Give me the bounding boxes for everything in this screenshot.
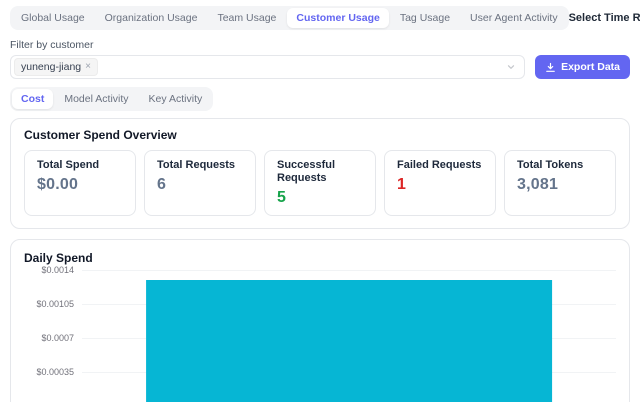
metric-label: Failed Requests <box>397 159 483 172</box>
metric-label: Total Tokens <box>517 159 603 172</box>
y-tick: $0.0014 <box>41 265 74 275</box>
tab-user-agent-activity[interactable]: User Agent Activity <box>461 8 567 28</box>
customer-filter-select[interactable]: yuneng-jiang × <box>10 55 525 79</box>
tab-tag-usage[interactable]: Tag Usage <box>391 8 459 28</box>
download-icon <box>545 62 556 73</box>
y-axis: $0.0014 $0.00105 $0.0007 $0.00035 $0 <box>24 270 82 402</box>
customer-spend-overview-card: Customer Spend Overview Total Spend $0.0… <box>10 118 630 229</box>
metric-value: 6 <box>157 176 243 194</box>
metric-label: Total Requests <box>157 159 243 172</box>
tab-cost[interactable]: Cost <box>12 89 53 109</box>
metric-failed-requests: Failed Requests 1 <box>384 150 496 216</box>
filter-by-customer-label: Filter by customer <box>10 39 630 51</box>
metric-label: Total Spend <box>37 159 123 172</box>
chevron-down-icon <box>506 62 516 72</box>
tab-key-activity[interactable]: Key Activity <box>140 89 212 109</box>
metric-successful-requests: Successful Requests 5 <box>264 150 376 216</box>
tab-global-usage[interactable]: Global Usage <box>12 8 94 28</box>
metric-total-spend: Total Spend $0.00 <box>24 150 136 216</box>
daily-spend-card: Daily Spend $0.0014 $0.00105 $0.0007 $0.… <box>10 239 630 402</box>
metric-value: 1 <box>397 176 483 194</box>
view-tab-bar: Cost Model Activity Key Activity <box>10 87 213 111</box>
metric-value: 3,081 <box>517 176 603 194</box>
spend-bar[interactable] <box>146 280 552 402</box>
tab-model-activity[interactable]: Model Activity <box>55 89 137 109</box>
customer-tag-label: yuneng-jiang <box>21 61 81 73</box>
metric-value: 5 <box>277 189 363 207</box>
usage-tab-bar: Global Usage Organization Usage Team Usa… <box>10 6 569 30</box>
tab-team-usage[interactable]: Team Usage <box>208 8 285 28</box>
filter-row: yuneng-jiang × Export Data <box>10 55 630 79</box>
time-range-label: Select Time Range <box>569 12 640 24</box>
y-tick: $0.00035 <box>36 367 74 377</box>
tab-customer-usage[interactable]: Customer Usage <box>287 8 388 28</box>
usage-dashboard: Global Usage Organization Usage Team Usa… <box>0 6 640 402</box>
remove-tag-icon[interactable]: × <box>85 62 91 72</box>
export-data-button[interactable]: Export Data <box>535 55 630 79</box>
daily-spend-title: Daily Spend <box>24 251 616 265</box>
y-tick: $0.0007 <box>41 333 74 343</box>
tab-organization-usage[interactable]: Organization Usage <box>96 8 207 28</box>
metric-grid: Total Spend $0.00 Total Requests 6 Succe… <box>24 150 616 216</box>
metric-value: $0.00 <box>37 176 123 194</box>
gridline <box>82 270 616 271</box>
metric-total-tokens: Total Tokens 3,081 <box>504 150 616 216</box>
metric-label: Successful Requests <box>277 159 363 185</box>
top-bar: Global Usage Organization Usage Team Usa… <box>10 6 630 30</box>
time-range-group: Select Time Range 29 Nov, 13:21 - 6 Dec,… <box>569 7 640 29</box>
daily-spend-chart: $0.0014 $0.00105 $0.0007 $0.00035 $0 <box>24 270 616 402</box>
export-data-label: Export Data <box>561 61 620 73</box>
overview-title: Customer Spend Overview <box>24 128 616 142</box>
metric-total-requests: Total Requests 6 <box>144 150 256 216</box>
plot-area <box>82 270 616 402</box>
y-tick: $0.00105 <box>36 299 74 309</box>
customer-tag: yuneng-jiang × <box>14 58 98 76</box>
